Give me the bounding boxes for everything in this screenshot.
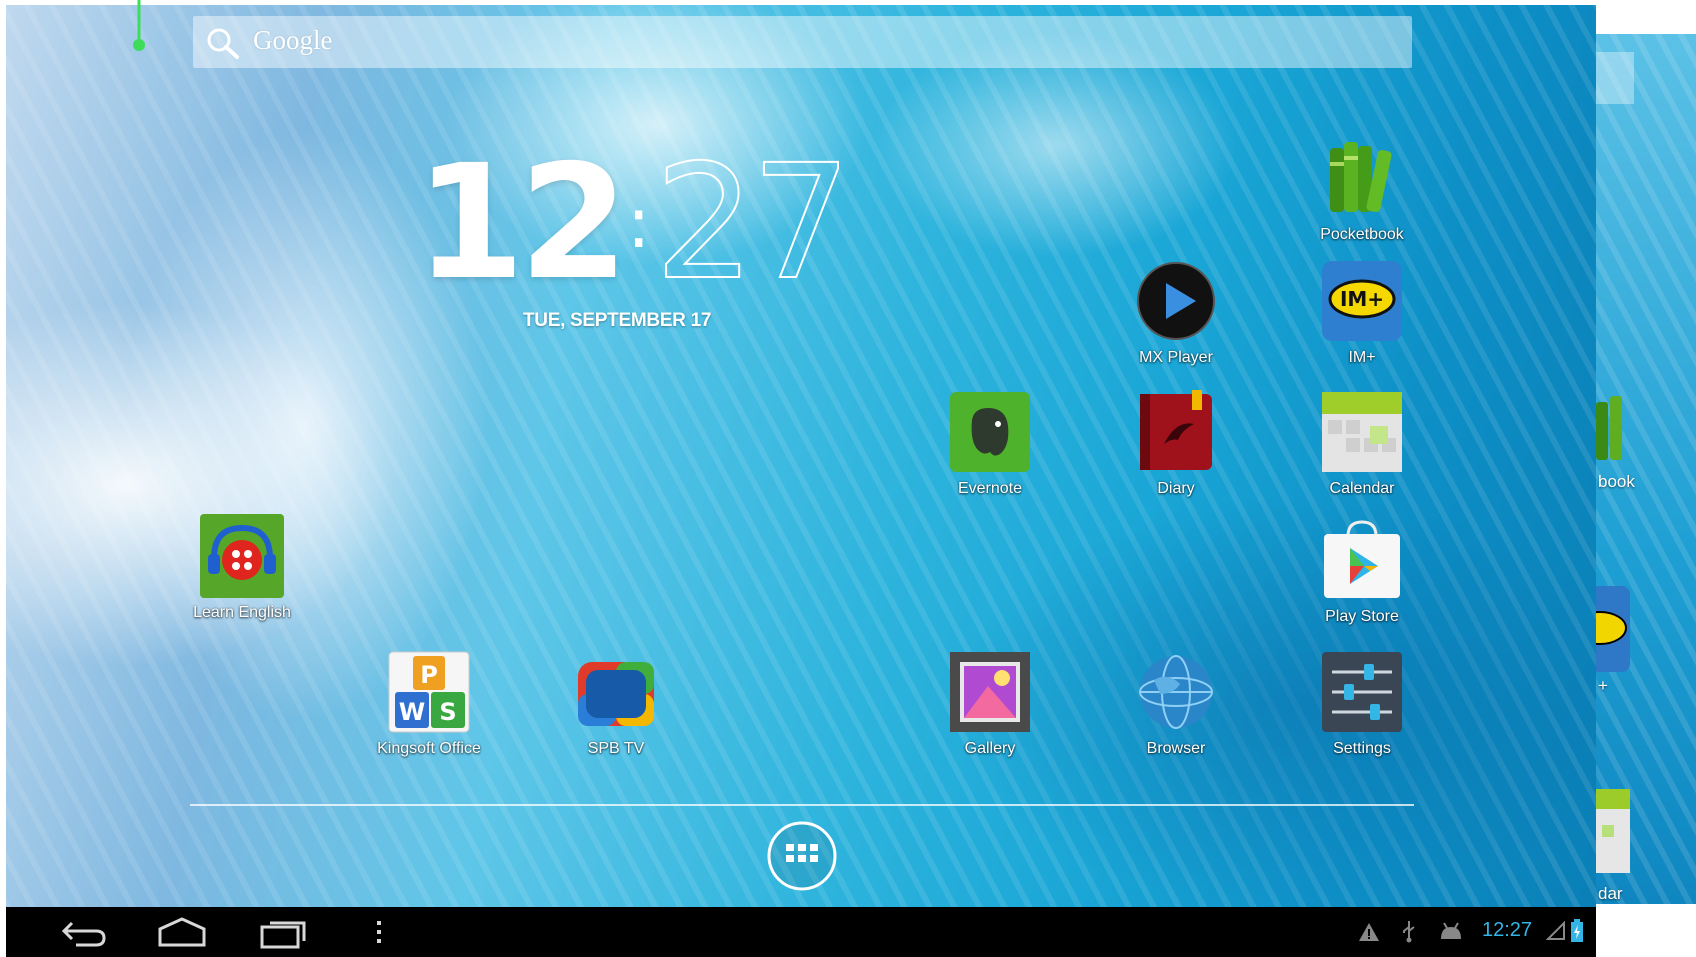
- peek-label-calendar: dar: [1598, 884, 1623, 903]
- search-placeholder: Google: [253, 25, 333, 55]
- app-mx-player[interactable]: MX Player: [1106, 259, 1246, 367]
- browser-icon: [1139, 655, 1213, 729]
- diary-icon: [1140, 390, 1212, 470]
- status-time[interactable]: 12:27: [1482, 919, 1532, 942]
- svg-text:W: W: [399, 698, 425, 726]
- app-label: Calendar: [1329, 480, 1395, 497]
- app-learn-english[interactable]: Learn English: [172, 514, 312, 622]
- signal-icon[interactable]: [1546, 921, 1566, 941]
- app-label: Browser: [1146, 740, 1206, 757]
- spb-tv-icon: [578, 662, 654, 726]
- svg-text:S: S: [439, 698, 456, 726]
- menu-icon[interactable]: [374, 915, 384, 949]
- app-label: Play Store: [1325, 608, 1399, 625]
- app-label: Learn English: [193, 604, 291, 621]
- app-label: Gallery: [964, 740, 1016, 757]
- page-indicator: [133, 0, 145, 51]
- calendar-icon: [1322, 392, 1402, 472]
- app-drawer-icon[interactable]: [766, 820, 838, 892]
- android-debug-icon[interactable]: [1438, 921, 1464, 941]
- warning-icon[interactable]: [1358, 921, 1380, 943]
- app-calendar[interactable]: Calendar: [1292, 390, 1432, 498]
- clock-separator: :: [626, 182, 651, 264]
- peek-pocketbook-icon: [1596, 396, 1622, 460]
- home-icon[interactable]: [156, 915, 208, 949]
- back-icon[interactable]: [58, 915, 110, 949]
- peek-label-pocketbook: book: [1598, 472, 1635, 491]
- app-im-plus[interactable]: IM+ IM+: [1292, 259, 1432, 367]
- app-settings[interactable]: Settings: [1292, 650, 1432, 758]
- app-label: MX Player: [1139, 349, 1213, 366]
- peek-im-plus-icon: [1596, 586, 1630, 672]
- app-browser[interactable]: Browser: [1106, 650, 1246, 758]
- peek-calendar-icon: [1596, 789, 1630, 873]
- battery-icon[interactable]: [1570, 919, 1584, 943]
- pocketbook-icon: [1330, 142, 1392, 213]
- clock-hours: 12: [415, 131, 629, 315]
- app-pocketbook[interactable]: Pocketbook: [1292, 136, 1432, 244]
- clock-date: TUE, SEPTEMBER 17: [523, 310, 712, 331]
- next-home-screen-peek[interactable]: book + dar: [1596, 34, 1696, 904]
- app-label: Settings: [1333, 740, 1391, 757]
- app-label: Evernote: [957, 480, 1023, 497]
- peek-label-im-plus: +: [1598, 676, 1608, 695]
- play-store-icon: [1324, 520, 1400, 598]
- clock-widget[interactable]: 12 : 27: [415, 131, 853, 315]
- navigation-bar: 12:27: [6, 907, 1596, 957]
- usb-icon[interactable]: [1400, 919, 1418, 943]
- app-label: SPB TV: [587, 740, 645, 757]
- gallery-icon: [950, 652, 1030, 732]
- mx-player-icon: [1137, 262, 1215, 340]
- search-icon[interactable]: [205, 26, 241, 60]
- app-label: Pocketbook: [1320, 226, 1404, 243]
- settings-icon: [1322, 652, 1402, 732]
- app-evernote[interactable]: Evernote: [920, 390, 1060, 498]
- google-search-bar[interactable]: Google: [193, 16, 1412, 68]
- app-label: Kingsoft Office: [377, 740, 481, 757]
- app-label: Diary: [1157, 480, 1195, 497]
- app-kingsoft-office[interactable]: P W S Kingsoft Office: [359, 650, 499, 758]
- kingsoft-office-icon: P W S: [388, 651, 470, 733]
- clock-minutes: 27: [653, 131, 852, 315]
- svg-text:IM+: IM+: [1340, 287, 1384, 311]
- evernote-icon: [950, 392, 1030, 472]
- recents-icon[interactable]: [258, 915, 310, 949]
- learn-english-icon: [200, 514, 284, 598]
- app-label: IM+: [1348, 349, 1376, 366]
- peek-search-bar: [1596, 52, 1634, 104]
- svg-text:P: P: [420, 661, 438, 689]
- dock-divider: [190, 804, 1414, 806]
- app-play-store[interactable]: Play Store: [1292, 518, 1432, 626]
- app-spb-tv[interactable]: SPB TV: [546, 650, 686, 758]
- app-gallery[interactable]: Gallery: [920, 650, 1060, 758]
- im-plus-icon: IM+: [1322, 261, 1402, 341]
- app-diary[interactable]: Diary: [1106, 390, 1246, 498]
